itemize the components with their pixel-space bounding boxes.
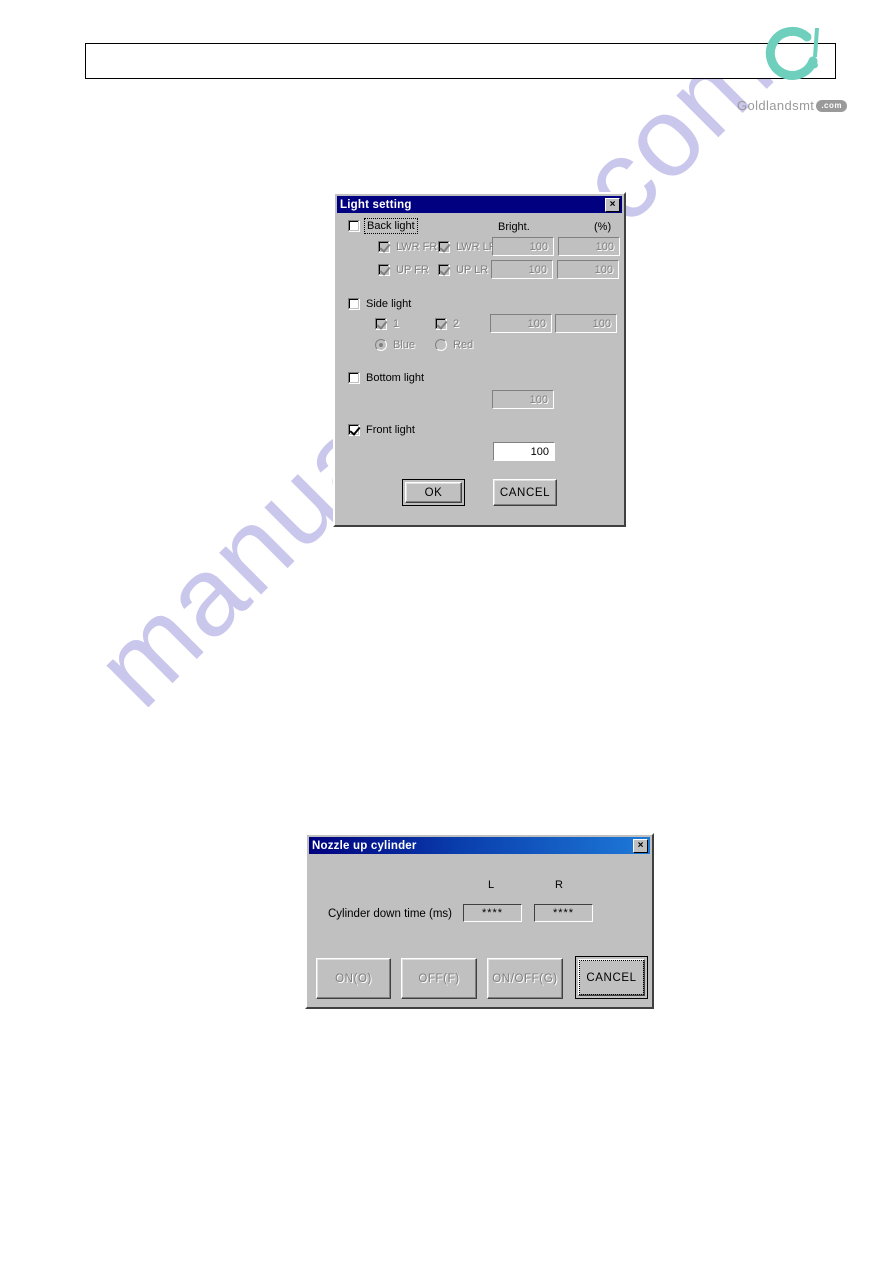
cylinder-down-time-left-value[interactable]: **** bbox=[463, 904, 522, 922]
front-light-value-input[interactable]: 100 bbox=[493, 442, 555, 461]
nozzle-up-cylinder-dialog: Nozzle up cylinder × L R Cylinder down t… bbox=[305, 833, 654, 1009]
bottom-light-value: 100 bbox=[492, 390, 554, 409]
front-light-label: Front light bbox=[366, 424, 415, 436]
cylinder-down-time-right-value[interactable]: **** bbox=[534, 904, 593, 922]
back-light-label: Back light bbox=[364, 218, 418, 234]
back-light-lwr-fr-value: 100 bbox=[492, 237, 554, 256]
back-light-lwr-lr-label: LWR LR bbox=[456, 241, 497, 253]
side-light-2-label: 2 bbox=[453, 318, 460, 330]
brand-name-text: Goldlandsmt bbox=[736, 98, 815, 113]
back-light-lwr-fr-checkbox-box bbox=[378, 241, 390, 253]
goldlandsmt-logo-icon bbox=[765, 26, 819, 80]
side-light-2-checkbox: 2 bbox=[435, 318, 459, 330]
back-light-up-fr-checkbox: UP FR bbox=[378, 264, 429, 276]
side-light-red-radio: Red bbox=[435, 339, 473, 351]
on-off-button-label: ON/OFF(G) bbox=[492, 972, 558, 985]
back-light-up-lr-checkbox-box bbox=[438, 264, 450, 276]
ok-button[interactable]: OK bbox=[402, 479, 465, 506]
on-button-label: ON(O) bbox=[335, 972, 372, 985]
light-dialog-titlebar[interactable]: Light setting × bbox=[337, 196, 622, 213]
back-light-lwr-lr-checkbox: LWR LR bbox=[438, 241, 497, 253]
cancel-button-label: CANCEL bbox=[499, 486, 551, 499]
brand-logo: Goldlandsmt .com bbox=[727, 24, 847, 122]
front-light-checkbox-box bbox=[348, 424, 360, 436]
side-light-1-checkbox-box bbox=[375, 318, 387, 330]
back-light-lwr-lr-value: 100 bbox=[558, 237, 620, 256]
back-light-up-fr-checkbox-box bbox=[378, 264, 390, 276]
side-light-2-checkbox-box bbox=[435, 318, 447, 330]
side-light-blue-label: Blue bbox=[393, 339, 416, 351]
side-light-red-label: Red bbox=[453, 339, 474, 351]
column-header-left: L bbox=[488, 879, 495, 891]
nozzle-dialog-titlebar[interactable]: Nozzle up cylinder × bbox=[309, 837, 650, 854]
cylinder-down-time-label: Cylinder down time (ms) bbox=[328, 908, 452, 920]
light-setting-dialog: Light setting × Bright. (%) Back light L… bbox=[333, 192, 626, 527]
back-light-checkbox-box bbox=[348, 220, 360, 232]
side-light-1-value: 100 bbox=[490, 314, 552, 333]
page-watermark: manualshive.com bbox=[0, 0, 893, 1263]
on-off-button: ON/OFF(G) bbox=[487, 958, 563, 999]
nozzle-cancel-button[interactable]: CANCEL bbox=[575, 956, 648, 999]
side-light-1-label: 1 bbox=[393, 318, 400, 330]
nozzle-dialog-title: Nozzle up cylinder bbox=[312, 839, 417, 852]
side-light-blue-radio-circle bbox=[375, 339, 387, 351]
front-light-checkbox[interactable]: Front light bbox=[348, 424, 415, 436]
back-light-lwr-fr-label: LWR FR bbox=[396, 241, 438, 253]
bottom-light-checkbox-box bbox=[348, 372, 360, 384]
cancel-button[interactable]: CANCEL bbox=[493, 479, 557, 506]
side-light-label: Side light bbox=[366, 298, 412, 310]
close-icon[interactable]: × bbox=[633, 838, 648, 853]
back-light-lwr-lr-checkbox-box bbox=[438, 241, 450, 253]
off-button-label: OFF(F) bbox=[418, 972, 460, 985]
percent-column-header: (%) bbox=[594, 221, 612, 233]
bottom-light-checkbox[interactable]: Bottom light bbox=[348, 372, 424, 384]
light-dialog-title: Light setting bbox=[340, 198, 412, 211]
on-button: ON(O) bbox=[316, 958, 391, 999]
back-light-up-lr-checkbox: UP LR bbox=[438, 264, 488, 276]
column-header-right: R bbox=[555, 879, 563, 891]
off-button: OFF(F) bbox=[401, 958, 477, 999]
side-light-2-value: 100 bbox=[555, 314, 617, 333]
nozzle-cancel-button-label: CANCEL bbox=[586, 971, 637, 984]
bottom-light-label: Bottom light bbox=[366, 372, 425, 384]
side-light-blue-radio: Blue bbox=[375, 339, 415, 351]
bright-column-header: Bright. bbox=[498, 221, 530, 233]
brand-domain-badge: .com bbox=[816, 100, 847, 112]
back-light-checkbox[interactable]: Back light bbox=[348, 218, 418, 234]
back-light-up-fr-label: UP FR bbox=[396, 264, 429, 276]
side-light-1-checkbox: 1 bbox=[375, 318, 399, 330]
ok-button-label: OK bbox=[424, 486, 443, 499]
brand-name: Goldlandsmt .com bbox=[737, 98, 847, 113]
header-banner-box bbox=[85, 43, 836, 79]
side-light-checkbox-box bbox=[348, 298, 360, 310]
back-light-up-lr-value: 100 bbox=[557, 260, 619, 279]
back-light-up-fr-value: 100 bbox=[491, 260, 553, 279]
side-light-checkbox[interactable]: Side light bbox=[348, 298, 411, 310]
back-light-lwr-fr-checkbox: LWR FR bbox=[378, 241, 437, 253]
side-light-red-radio-circle bbox=[435, 339, 447, 351]
close-icon[interactable]: × bbox=[605, 197, 620, 212]
back-light-up-lr-label: UP LR bbox=[456, 264, 489, 276]
